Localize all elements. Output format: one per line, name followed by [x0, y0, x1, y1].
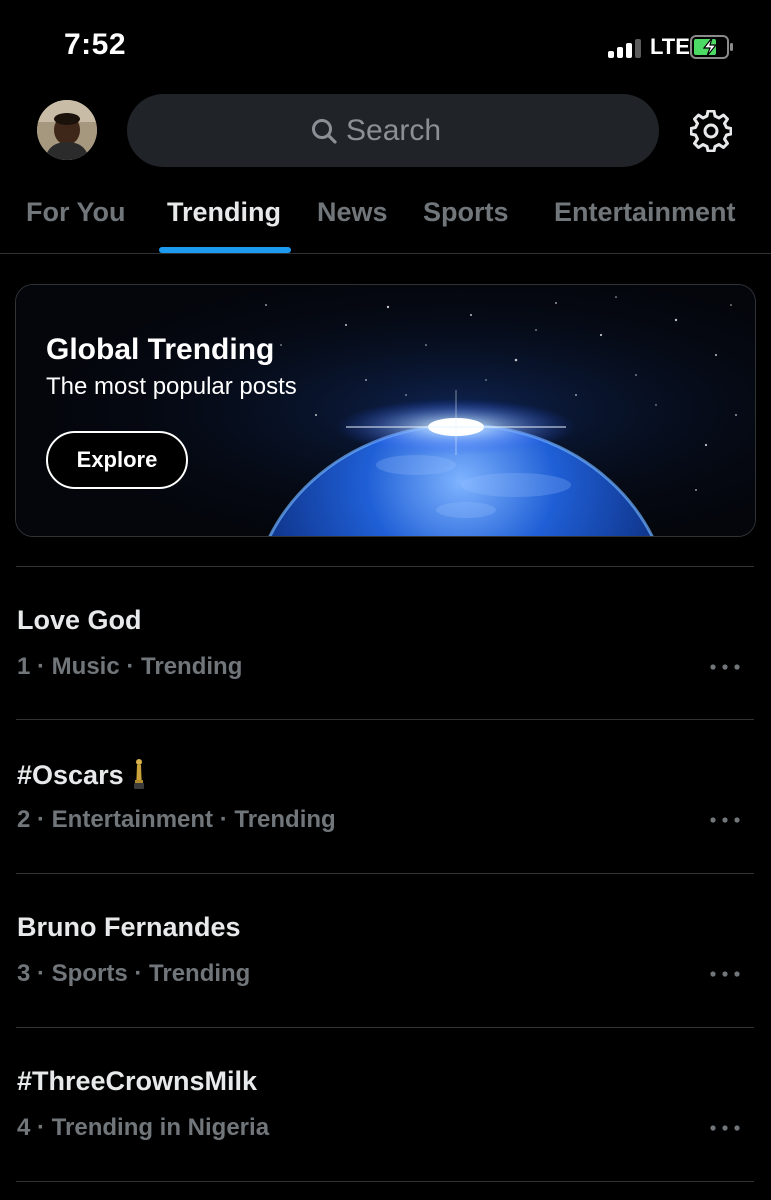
signal-strength-icon: [608, 38, 644, 58]
trophy-icon: [133, 759, 144, 789]
trend-item[interactable]: Love God 1 · Music · Trending: [0, 567, 771, 720]
tab-news[interactable]: News: [317, 197, 388, 228]
search-input[interactable]: [346, 113, 476, 148]
trend-meta: 3 · Sports · Trending: [17, 960, 251, 987]
trend-meta: 2 · Entertainment · Trending: [17, 806, 336, 833]
more-options-icon[interactable]: [706, 810, 744, 830]
status-bar: 7:52 LTE: [0, 0, 771, 90]
trend-meta: 4 · Trending in Nigeria: [17, 1114, 270, 1141]
trend-name-row: #Oscars: [17, 758, 146, 791]
trend-item[interactable]: #ThreeCrownsMilk 4 · Trending in Nigeria: [0, 1028, 771, 1181]
active-tab-indicator: [159, 247, 291, 253]
trend-name: #Oscars: [17, 760, 124, 790]
search-icon: [312, 118, 337, 144]
more-options-icon[interactable]: [706, 964, 744, 984]
tab-entertainment[interactable]: Entertainment: [554, 197, 736, 228]
tab-bar: For You Trending News Sports Entertainme…: [0, 185, 771, 254]
battery-charging-icon: [690, 35, 733, 59]
trend-name: Love God: [17, 605, 142, 635]
banner-title: Global Trending: [46, 333, 275, 366]
more-options-icon[interactable]: [706, 1118, 744, 1138]
network-type: LTE: [650, 34, 690, 59]
tab-sports[interactable]: Sports: [423, 197, 509, 228]
tab-trending[interactable]: Trending: [167, 197, 281, 228]
gear-icon[interactable]: [690, 110, 732, 152]
more-options-icon[interactable]: [706, 657, 744, 677]
trend-item[interactable]: #Oscars 2 · Entertainment · Trending: [0, 720, 771, 873]
trend-meta: 1 · Music · Trending: [17, 653, 243, 680]
tab-for-you[interactable]: For You: [26, 197, 126, 228]
status-time: 7:52: [64, 28, 127, 61]
banner-subtitle: The most popular posts: [46, 373, 297, 400]
avatar[interactable]: [37, 100, 97, 160]
trend-item[interactable]: Bruno Fernandes 3 · Sports · Trending: [0, 874, 771, 1027]
earth-from-space-image: [16, 285, 755, 536]
explore-button[interactable]: Explore: [46, 431, 188, 489]
global-trending-banner[interactable]: Global Trending The most popular posts E…: [15, 284, 756, 537]
search-bar[interactable]: [127, 94, 659, 167]
list-divider: [16, 1181, 754, 1182]
trend-name: Bruno Fernandes: [17, 912, 241, 942]
trend-name: #ThreeCrownsMilk: [17, 1066, 258, 1096]
avatar-image: [37, 100, 97, 160]
